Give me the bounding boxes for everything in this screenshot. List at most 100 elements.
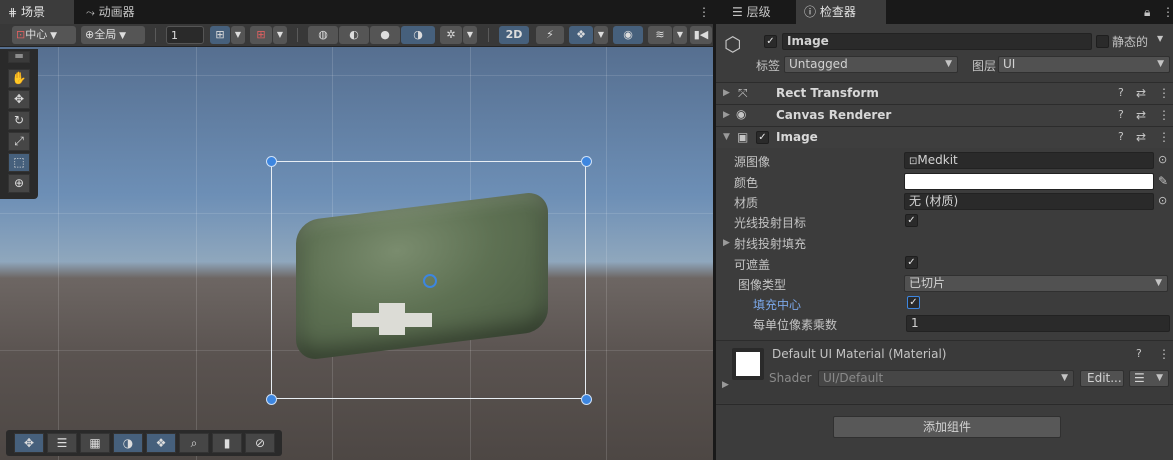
mode-2d-toggle[interactable]: 2D: [499, 26, 529, 44]
image-type-label: 图像类型: [738, 278, 787, 292]
rect-handle-top-left[interactable]: [266, 156, 277, 167]
scale-tool-icon[interactable]: ⤢: [8, 132, 30, 151]
chevron-down-icon: ▼: [1061, 373, 1068, 383]
tag-dropdown[interactable]: Untagged ▼: [784, 56, 958, 73]
orientation-overlay-icon[interactable]: ⊘: [245, 433, 275, 453]
search-icon[interactable]: ⌕: [179, 433, 209, 453]
scene-tab-bar: ⋕ 场景 ⤳ 动画器 ⋮: [0, 0, 713, 24]
effects-icon[interactable]: ❖: [569, 26, 593, 44]
foldout-right-icon[interactable]: ▶: [723, 88, 730, 98]
image-enabled-checkbox[interactable]: ✓: [756, 131, 769, 144]
scene-overlay-toolbar: ✥ ☰ ▦ ◑ ❖ ⌕ ▮ ⊘: [6, 430, 282, 456]
rect-tool-icon[interactable]: ⬚: [8, 153, 30, 172]
static-checkbox[interactable]: [1096, 35, 1109, 48]
chevron-down-icon[interactable]: ▼: [463, 26, 477, 44]
shaded-wireframe-icon[interactable]: ◐: [339, 26, 369, 44]
tab-inspector[interactable]: ⓘ 检查器: [796, 0, 886, 24]
material-field[interactable]: 无 (材质): [904, 193, 1154, 210]
help-icon[interactable]: ?: [1118, 108, 1124, 121]
debug-bug-icon[interactable]: ✲: [440, 26, 462, 44]
grid-size-input[interactable]: 1: [166, 26, 204, 44]
chevron-down-icon[interactable]: ▼: [273, 26, 287, 44]
layers-icon[interactable]: ≋: [648, 26, 672, 44]
increment-snap-icon[interactable]: ⊞: [250, 26, 272, 44]
unlit-shading-icon[interactable]: ◑: [401, 26, 435, 44]
component-image[interactable]: ▼ ▣ ✓ Image ? ⇄ ⋮: [716, 126, 1173, 148]
divider: [297, 28, 298, 42]
grid-snap-icon[interactable]: ⊞: [210, 26, 230, 44]
tab-scene[interactable]: ⋕ 场景: [0, 0, 74, 24]
object-picker-icon[interactable]: ⊙: [1158, 153, 1167, 166]
visibility-eye-icon[interactable]: ◉: [613, 26, 643, 44]
scene-viewport[interactable]: [0, 47, 713, 460]
grid-overlay-icon[interactable]: ▦: [80, 433, 110, 453]
more-menu-icon[interactable]: ⋮: [1158, 108, 1170, 122]
ppu-multiplier-field[interactable]: 1: [906, 315, 1170, 332]
presets-icon[interactable]: ⇄: [1136, 108, 1146, 122]
fill-center-checkbox[interactable]: ✓: [907, 296, 920, 309]
chevron-down-icon[interactable]: ▼: [594, 26, 608, 44]
more-menu-icon[interactable]: ⋮: [1158, 347, 1170, 361]
source-image-field[interactable]: ⊡Medkit: [904, 152, 1154, 169]
maskable-checkbox[interactable]: ✓: [905, 256, 918, 269]
chevron-down-icon: ▼: [47, 31, 58, 41]
drag-handle-icon[interactable]: ═: [8, 50, 30, 63]
color-field[interactable]: [904, 173, 1154, 190]
eyedropper-icon[interactable]: ✎: [1158, 174, 1168, 188]
edit-shader-button[interactable]: Edit...: [1080, 370, 1124, 387]
rect-handle-top-right[interactable]: [581, 156, 592, 167]
shader-dropdown[interactable]: UI/Default ▼: [818, 370, 1074, 387]
more-menu-icon[interactable]: ⋮: [1154, 0, 1173, 24]
shader-options-dropdown[interactable]: ☰ ▼: [1129, 370, 1169, 387]
space-dropdown[interactable]: ⊕全局 ▼: [81, 26, 145, 44]
help-icon[interactable]: ?: [1118, 86, 1124, 99]
help-icon[interactable]: ?: [1136, 347, 1142, 360]
presets-icon[interactable]: ⇄: [1136, 86, 1146, 100]
more-menu-icon[interactable]: ⋮: [1158, 130, 1170, 144]
object-active-checkbox[interactable]: ✓: [764, 35, 777, 48]
presets-icon[interactable]: ⇄: [1136, 130, 1146, 144]
pivot-handle[interactable]: [423, 274, 437, 288]
chevron-down-icon[interactable]: ▼: [1157, 34, 1163, 43]
hand-tool-icon[interactable]: ✋: [8, 69, 30, 88]
object-name-field[interactable]: Image: [782, 33, 1092, 50]
object-picker-icon[interactable]: ⊙: [1158, 194, 1167, 207]
more-menu-icon[interactable]: ⋮: [1158, 86, 1170, 100]
foldout-down-icon[interactable]: ▼: [723, 132, 730, 142]
add-component-button[interactable]: 添加组件: [833, 416, 1061, 438]
scene-more-menu[interactable]: ⋮: [690, 0, 712, 24]
tag-value: Untagged: [789, 57, 848, 71]
component-rect-transform[interactable]: ▶ ⤧ Rect Transform ? ⇄ ⋮: [716, 82, 1173, 104]
effects-overlay-icon[interactable]: ❖: [146, 433, 176, 453]
component-canvas-renderer[interactable]: ▶ ◉ Canvas Renderer ? ⇄ ⋮: [716, 104, 1173, 126]
wireframe-shading-icon[interactable]: ◍: [308, 26, 338, 44]
move-tool-icon[interactable]: ✥: [8, 90, 30, 109]
foldout-right-icon[interactable]: ▶: [723, 110, 730, 120]
move-overlay-icon[interactable]: ✥: [14, 433, 44, 453]
foldout-right-icon[interactable]: ▶: [722, 380, 729, 390]
lighting-icon[interactable]: ⚡: [536, 26, 564, 44]
help-icon[interactable]: ?: [1118, 130, 1124, 143]
lock-icon[interactable]: 🔒︎: [1136, 0, 1154, 24]
tab-hierarchy[interactable]: ☰ 层级: [724, 0, 794, 24]
image-type-dropdown[interactable]: 已切片 ▼: [904, 275, 1168, 292]
chevron-down-icon[interactable]: ▼: [673, 26, 687, 44]
camera-overlay-icon[interactable]: ▮: [212, 433, 242, 453]
tab-animator[interactable]: ⤳ 动画器: [78, 0, 158, 24]
rect-handle-bottom-right[interactable]: [581, 394, 592, 405]
shading-overlay-icon[interactable]: ◑: [113, 433, 143, 453]
raycast-target-checkbox[interactable]: ✓: [905, 214, 918, 227]
rotate-tool-icon[interactable]: ↻: [8, 111, 30, 130]
image-icon: ▣: [737, 130, 749, 144]
align-overlay-icon[interactable]: ☰: [47, 433, 77, 453]
foldout-right-icon[interactable]: ▶: [723, 238, 730, 248]
raycast-padding-label[interactable]: 射线投射填充: [734, 235, 806, 252]
rect-handle-bottom-left[interactable]: [266, 394, 277, 405]
layer-dropdown[interactable]: UI ▼: [998, 56, 1170, 73]
grid-line: [0, 75, 713, 76]
pivot-dropdown[interactable]: ⊡中心 ▼: [12, 26, 76, 44]
transform-tool-icon[interactable]: ⊕: [8, 174, 30, 193]
camera-icon[interactable]: ▮◀: [690, 26, 712, 44]
chevron-down-icon[interactable]: ▼: [231, 26, 245, 44]
shaded-icon[interactable]: ●: [370, 26, 400, 44]
